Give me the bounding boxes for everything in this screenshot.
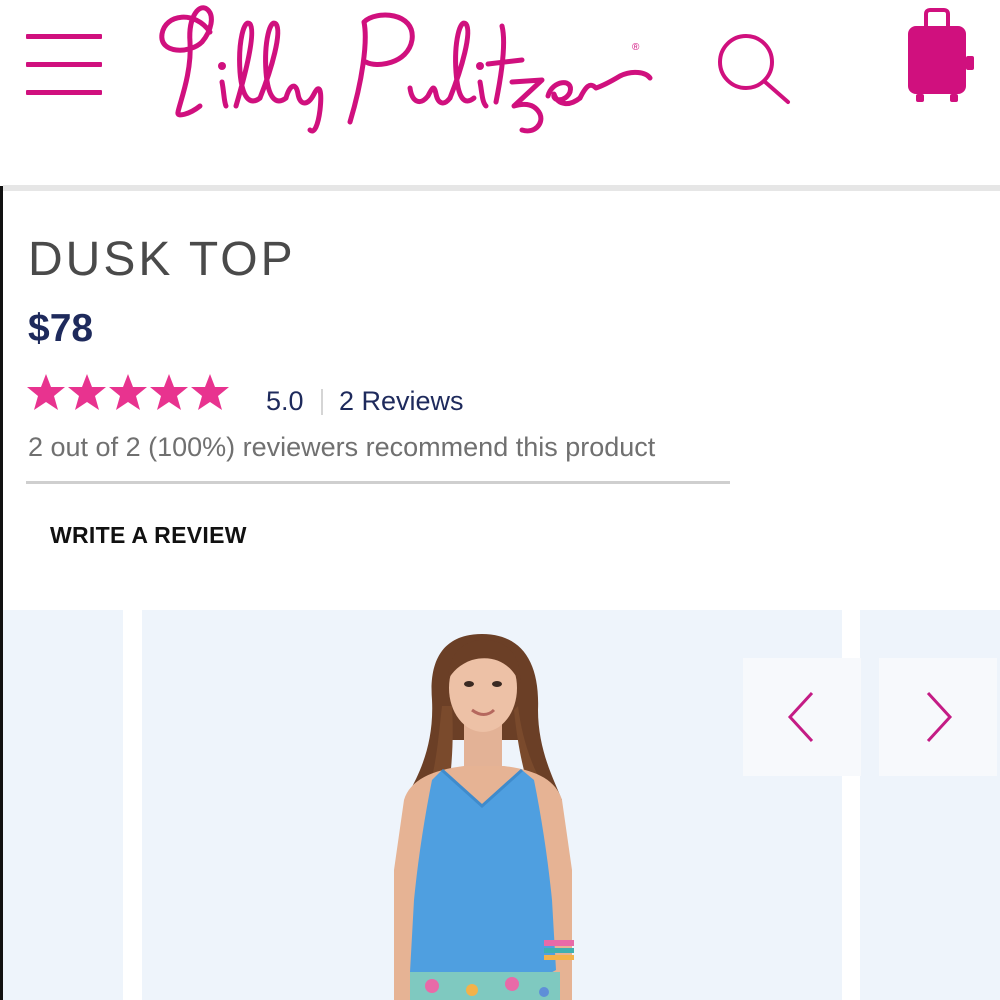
star-rating[interactable] (26, 372, 230, 416)
rating-value: 5.0 (266, 386, 304, 416)
site-header: ® (0, 0, 1000, 186)
shopping-bag-icon[interactable] (900, 8, 976, 104)
carousel-slide-previous[interactable] (3, 610, 123, 1000)
star-icon (27, 374, 65, 410)
reviews-link[interactable]: 2 Reviews (339, 385, 464, 417)
carousel-prev-button[interactable] (743, 658, 861, 776)
info-divider (26, 481, 730, 484)
star-icon (191, 374, 229, 410)
carousel-next-button[interactable] (879, 658, 997, 776)
header-divider (3, 185, 1000, 191)
rating-divider (321, 389, 323, 415)
carousel-slide-current[interactable] (142, 610, 842, 1000)
star-icon (68, 374, 106, 410)
chevron-left-icon (787, 691, 814, 743)
hamburger-menu-icon[interactable] (26, 32, 102, 98)
product-title: DUSK TOP (28, 233, 296, 286)
recommend-summary: 2 out of 2 (100%) reviewers recommend th… (28, 432, 656, 462)
write-review-button[interactable]: WRITE A REVIEW (50, 520, 247, 550)
product-price: $78 (28, 307, 94, 350)
product-photo (394, 634, 574, 1000)
chevron-right-icon (926, 691, 953, 743)
search-icon[interactable] (712, 30, 794, 108)
svg-text:®: ® (632, 42, 640, 53)
brand-logo[interactable]: ® (150, 2, 655, 142)
star-icon (109, 374, 147, 410)
product-image-carousel[interactable] (3, 610, 1000, 1000)
star-icon (150, 374, 188, 410)
